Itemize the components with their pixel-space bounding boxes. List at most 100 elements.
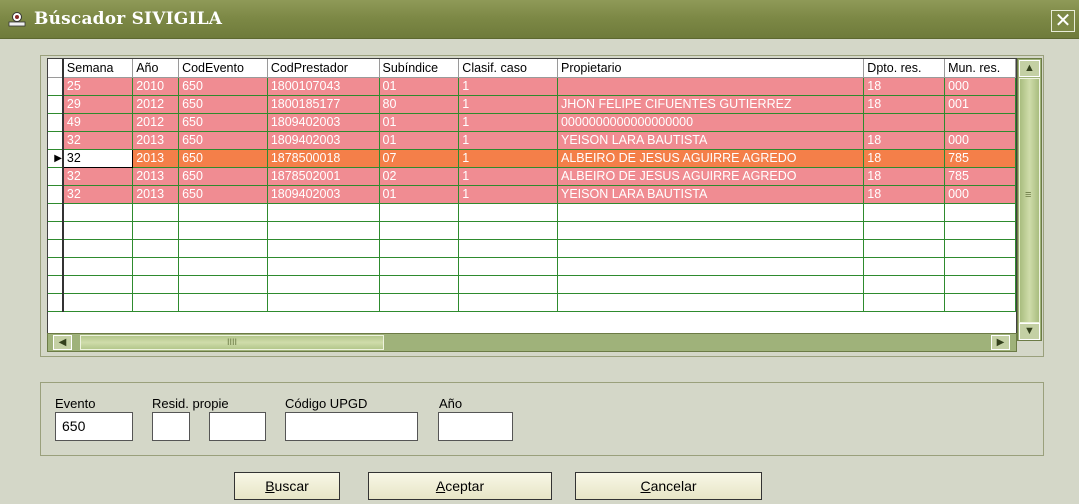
table-cell[interactable] <box>132 239 180 258</box>
table-cell[interactable]: 2012 <box>132 95 180 114</box>
table-row[interactable]: 29 2012 650 1800185177 80 1 JHON FELIPE CIFUEN… <box>48 95 1016 114</box>
table-cell[interactable]: 001 <box>944 95 1016 114</box>
table-cell[interactable]: 2013 <box>132 167 180 186</box>
table-cell[interactable] <box>863 293 946 312</box>
evento-field[interactable]: 650 <box>55 412 133 441</box>
scroll-left-button[interactable]: ◀ <box>53 335 72 350</box>
table-cell[interactable] <box>132 257 180 276</box>
table-cell[interactable]: 07 <box>379 149 460 168</box>
table-cell[interactable] <box>178 275 268 294</box>
resid-propie-field-1[interactable] <box>152 412 190 441</box>
empty-row[interactable] <box>48 275 1016 294</box>
table-cell[interactable] <box>267 239 380 258</box>
column-header[interactable]: Dpto. res. <box>863 59 946 78</box>
table-cell[interactable]: 32 <box>62 167 134 186</box>
empty-row[interactable] <box>48 257 1016 276</box>
table-cell[interactable]: 01 <box>379 131 460 150</box>
table-cell[interactable] <box>557 257 865 276</box>
row-indicator[interactable] <box>48 239 64 258</box>
table-cell[interactable]: 01 <box>379 113 460 132</box>
table-cell[interactable] <box>267 275 380 294</box>
row-indicator[interactable]: ▶ <box>48 149 64 168</box>
table-cell[interactable] <box>944 257 1016 276</box>
table-cell[interactable] <box>62 221 134 240</box>
column-header[interactable]: CodEvento <box>178 59 268 78</box>
table-row[interactable]: 25 2010 650 1800107043 01 1 18 000 <box>48 77 1016 96</box>
table-cell[interactable] <box>863 257 946 276</box>
table-cell[interactable]: 000 <box>944 77 1016 96</box>
table-row[interactable]: ▶ 32 2013 650 1878500018 07 1 ALBEIRO DE JESUS … <box>48 148 1016 168</box>
table-cell[interactable]: 650 <box>178 149 268 168</box>
table-cell[interactable]: 1 <box>458 113 558 132</box>
column-header[interactable]: Clasif. caso <box>458 59 558 78</box>
anio-field[interactable] <box>438 412 513 441</box>
table-cell[interactable]: 1809402003 <box>267 131 380 150</box>
scroll-down-button[interactable]: ▼ <box>1019 323 1040 340</box>
table-cell[interactable] <box>863 221 946 240</box>
table-cell[interactable] <box>379 239 460 258</box>
table-cell[interactable]: 1800185177 <box>267 95 380 114</box>
table-cell[interactable]: ALBEIRO DE JESUS AGUIRRE AGREDO <box>557 167 865 186</box>
table-cell[interactable] <box>944 113 1016 132</box>
empty-row[interactable] <box>48 203 1016 222</box>
table-cell[interactable]: 1 <box>458 131 558 150</box>
table-cell[interactable] <box>458 203 558 222</box>
table-cell[interactable] <box>379 275 460 294</box>
table-cell[interactable]: 29 <box>62 95 134 114</box>
table-row[interactable]: 32 2013 650 1878502001 02 1 ALBEIRO DE JESUS A… <box>48 167 1016 186</box>
resid-propie-field-2[interactable] <box>209 412 266 441</box>
table-cell[interactable]: 18 <box>863 95 946 114</box>
table-cell[interactable] <box>379 293 460 312</box>
table-cell[interactable]: 2012 <box>132 113 180 132</box>
table-cell[interactable]: YEISON LARA BAUTISTA <box>557 131 865 150</box>
table-cell[interactable] <box>178 221 268 240</box>
table-cell[interactable]: 1 <box>458 185 558 204</box>
row-indicator[interactable] <box>48 185 64 204</box>
close-button[interactable]: ✕ <box>1051 10 1075 32</box>
table-cell[interactable]: 32 <box>62 131 134 150</box>
table-cell[interactable]: 32 <box>62 148 134 168</box>
table-cell[interactable] <box>557 275 865 294</box>
column-header[interactable]: Semana <box>62 59 134 78</box>
table-cell[interactable] <box>458 257 558 276</box>
table-cell[interactable] <box>132 293 180 312</box>
table-cell[interactable]: 1 <box>458 167 558 186</box>
table-cell[interactable] <box>458 221 558 240</box>
table-cell[interactable] <box>132 275 180 294</box>
table-cell[interactable] <box>178 257 268 276</box>
table-cell[interactable] <box>62 203 134 222</box>
table-cell[interactable]: 2013 <box>132 131 180 150</box>
horizontal-scrollbar[interactable]: ◀ IIII ▶ <box>47 333 1017 352</box>
table-cell[interactable] <box>557 293 865 312</box>
table-cell[interactable] <box>458 275 558 294</box>
table-cell[interactable] <box>458 293 558 312</box>
table-cell[interactable]: 650 <box>178 185 268 204</box>
aceptar-button[interactable]: Aceptar <box>368 472 552 500</box>
table-cell[interactable]: 18 <box>863 185 946 204</box>
table-cell[interactable] <box>944 221 1016 240</box>
table-cell[interactable] <box>267 293 380 312</box>
table-cell[interactable] <box>557 203 865 222</box>
row-indicator[interactable] <box>48 131 64 150</box>
table-cell[interactable]: 1878500018 <box>267 149 380 168</box>
table-row[interactable]: 32 2013 650 1809402003 01 1 YEISON LARA BAUTIS… <box>48 185 1016 204</box>
table-cell[interactable]: JHON FELIPE CIFUENTES GUTIERREZ <box>557 95 865 114</box>
table-cell[interactable]: 650 <box>178 77 268 96</box>
table-cell[interactable] <box>132 203 180 222</box>
vertical-scrollbar[interactable]: ▲ ≡ ▼ <box>1017 58 1042 341</box>
table-cell[interactable]: 1 <box>458 77 558 96</box>
empty-row[interactable] <box>48 239 1016 258</box>
table-cell[interactable]: 32 <box>62 185 134 204</box>
table-cell[interactable] <box>557 77 865 96</box>
table-cell[interactable] <box>379 257 460 276</box>
table-cell[interactable]: 650 <box>178 131 268 150</box>
table-cell[interactable] <box>267 257 380 276</box>
scroll-right-button[interactable]: ▶ <box>991 335 1010 350</box>
table-cell[interactable] <box>267 203 380 222</box>
table-cell[interactable] <box>178 293 268 312</box>
table-cell[interactable]: 1878502001 <box>267 167 380 186</box>
table-cell[interactable]: 1800107043 <box>267 77 380 96</box>
table-cell[interactable] <box>863 275 946 294</box>
table-cell[interactable] <box>557 221 865 240</box>
table-cell[interactable]: 18 <box>863 77 946 96</box>
